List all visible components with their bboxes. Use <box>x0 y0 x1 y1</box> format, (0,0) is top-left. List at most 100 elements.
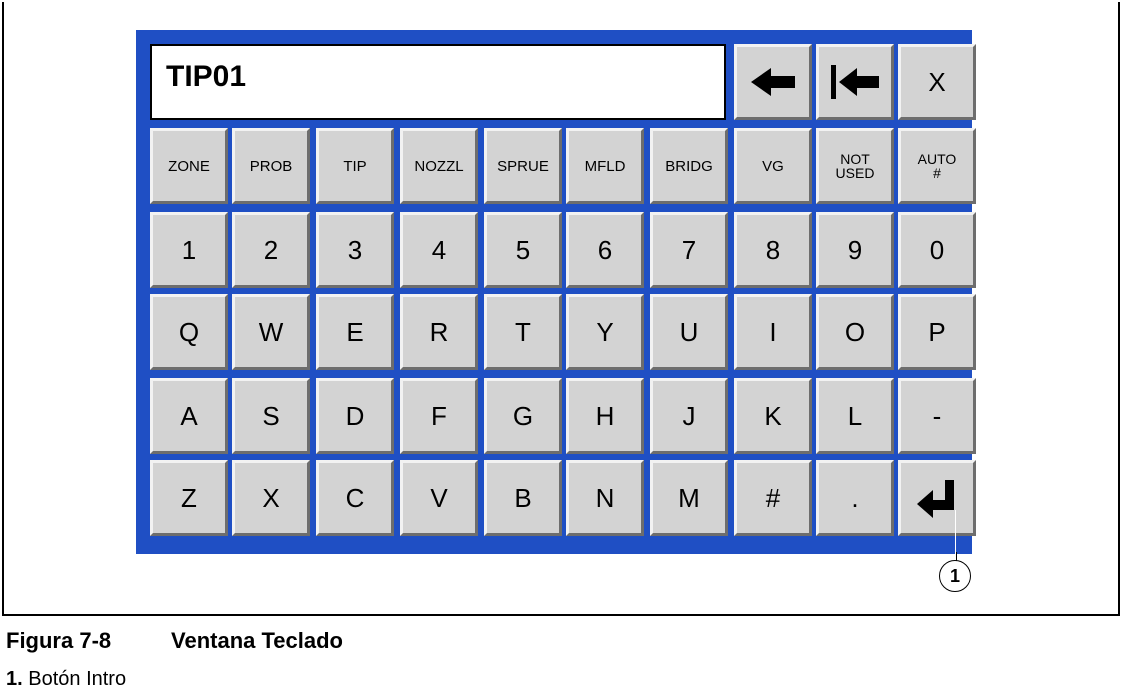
legend-item: 1. Botón Intro <box>6 668 126 691</box>
letter-key-label: W <box>258 317 284 347</box>
letter-key-a[interactable]: A <box>150 378 228 454</box>
letter-key-g[interactable]: G <box>484 378 562 454</box>
category-key-tip[interactable]: TIP <box>316 128 394 204</box>
letter-key-label: Z <box>181 483 197 513</box>
figure-number: Figura 7-8 <box>6 628 112 653</box>
number-key-label: 8 <box>765 235 781 265</box>
letter-key-label: # <box>765 483 781 513</box>
letter-key-label: R <box>429 317 449 347</box>
letter-key-label: . <box>851 483 859 513</box>
letter-key-.[interactable]: . <box>816 460 894 536</box>
letter-key-e[interactable]: E <box>316 294 394 370</box>
letter-key-label: P <box>928 317 946 347</box>
letter-key-d[interactable]: D <box>316 378 394 454</box>
letter-key-p[interactable]: P <box>898 294 976 370</box>
letter-key-i[interactable]: I <box>734 294 812 370</box>
number-key-4[interactable]: 4 <box>400 212 478 288</box>
letter-key-#[interactable]: # <box>734 460 812 536</box>
number-key-label: 5 <box>515 235 531 265</box>
letter-key-j[interactable]: J <box>650 378 728 454</box>
letter-key-b[interactable]: B <box>484 460 562 536</box>
entry-display[interactable]: TIP01 <box>150 44 726 120</box>
category-key-label: ZONE <box>168 157 210 175</box>
category-key-nozzl[interactable]: NOZZL <box>400 128 478 204</box>
letter-key-label: X <box>262 483 280 513</box>
figure-title: Ventana Teclado <box>171 628 343 653</box>
letter-key-s[interactable]: S <box>232 378 310 454</box>
letter-key-w[interactable]: W <box>232 294 310 370</box>
enter-icon <box>917 480 954 518</box>
letter-key-t[interactable]: T <box>484 294 562 370</box>
letter-key-label: Q <box>178 317 200 347</box>
bar-arrow-left-icon <box>831 65 879 99</box>
letter-key-label: J <box>682 401 696 431</box>
legend-number: 1. <box>6 668 23 690</box>
letter-key-label: - <box>932 401 942 431</box>
letter-key-label: A <box>180 401 198 431</box>
letter-key-label: U <box>679 317 699 347</box>
category-key-bridg[interactable]: BRIDG <box>650 128 728 204</box>
category-key-label: NOZZL <box>414 157 464 175</box>
number-key-label: 6 <box>597 235 613 265</box>
letter-key-label: V <box>430 483 448 513</box>
letter-key-z[interactable]: Z <box>150 460 228 536</box>
letter-key-label: G <box>512 401 534 431</box>
category-key-label: VG <box>762 157 784 175</box>
enter-button[interactable] <box>898 460 976 536</box>
letter-key-o[interactable]: O <box>816 294 894 370</box>
letter-key-label: O <box>844 317 866 347</box>
letter-key-label: H <box>595 401 615 431</box>
category-key-zone[interactable]: ZONE <box>150 128 228 204</box>
entry-value: TIP01 <box>166 60 247 93</box>
letter-key-y[interactable]: Y <box>566 294 644 370</box>
number-key-label: 1 <box>181 235 197 265</box>
number-key-5[interactable]: 5 <box>484 212 562 288</box>
letter-key-r[interactable]: R <box>400 294 478 370</box>
number-key-8[interactable]: 8 <box>734 212 812 288</box>
close-button[interactable]: X <box>898 44 976 120</box>
letter-key-k[interactable]: K <box>734 378 812 454</box>
category-key-vg[interactable]: VG <box>734 128 812 204</box>
letter-key--[interactable]: - <box>898 378 976 454</box>
letter-key-v[interactable]: V <box>400 460 478 536</box>
letter-key-label: E <box>346 317 364 347</box>
number-key-3[interactable]: 3 <box>316 212 394 288</box>
callout-label: 1 <box>949 565 960 586</box>
number-key-label: 2 <box>263 235 279 265</box>
letter-key-u[interactable]: U <box>650 294 728 370</box>
letter-key-m[interactable]: M <box>650 460 728 536</box>
letter-key-label: C <box>345 483 365 513</box>
category-key-not-used[interactable]: NOT USED <box>816 128 894 204</box>
number-key-9[interactable]: 9 <box>816 212 894 288</box>
keyboard-window: TIP01 X ZONE PROB TIP NOZZL SPRUE MFLD BRIDG VG… <box>136 30 976 554</box>
number-key-1[interactable]: 1 <box>150 212 228 288</box>
category-key-label: PROB <box>249 157 293 175</box>
letter-key-f[interactable]: F <box>400 378 478 454</box>
letter-key-q[interactable]: Q <box>150 294 228 370</box>
letter-key-c[interactable]: C <box>316 460 394 536</box>
category-key-label: NOT USED <box>835 151 875 181</box>
letter-key-label: N <box>595 483 615 513</box>
letter-key-n[interactable]: N <box>566 460 644 536</box>
letter-key-label: F <box>431 401 447 431</box>
number-key-2[interactable]: 2 <box>232 212 310 288</box>
category-key-mfld[interactable]: MFLD <box>566 128 644 204</box>
number-key-label: 7 <box>681 235 697 265</box>
category-key-auto-#[interactable]: AUTO # <box>898 128 976 204</box>
category-key-prob[interactable]: PROB <box>232 128 310 204</box>
clear-button[interactable] <box>816 44 894 120</box>
number-key-label: 3 <box>347 235 363 265</box>
backspace-button[interactable] <box>734 44 812 120</box>
letter-key-h[interactable]: H <box>566 378 644 454</box>
letter-key-x[interactable]: X <box>232 460 310 536</box>
letter-key-label: S <box>262 401 280 431</box>
number-key-0[interactable]: 0 <box>898 212 976 288</box>
close-label: X <box>928 67 946 97</box>
letter-key-label: Y <box>596 317 614 347</box>
number-key-label: 4 <box>431 235 447 265</box>
number-key-7[interactable]: 7 <box>650 212 728 288</box>
letter-key-label: I <box>769 317 777 347</box>
number-key-6[interactable]: 6 <box>566 212 644 288</box>
category-key-sprue[interactable]: SPRUE <box>484 128 562 204</box>
letter-key-l[interactable]: L <box>816 378 894 454</box>
